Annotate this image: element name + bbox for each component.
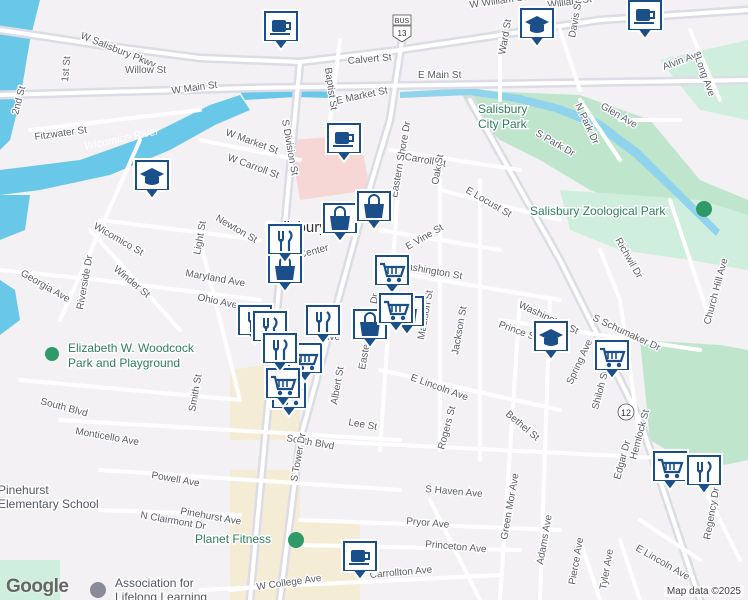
woodcock-label-1: Elizabeth W. Woodcock <box>68 341 195 355</box>
assoc-icon[interactable] <box>90 582 106 598</box>
assoc-label-1: Association for <box>115 576 194 590</box>
svg-text:12: 12 <box>621 408 631 418</box>
zoo-icon[interactable] <box>696 201 712 217</box>
city-park-label-1: Salisbury <box>478 102 527 116</box>
svg-text:13: 13 <box>398 29 407 38</box>
street-label: E Main St <box>418 70 462 81</box>
route-shield-13: BUS 13 <box>392 14 412 43</box>
street-label: Willow St <box>125 65 166 76</box>
gym-label: Planet Fitness <box>195 532 271 546</box>
school-label-2: Elementary School <box>0 497 99 511</box>
google-logo: Google <box>6 576 69 597</box>
map-canvas[interactable]: BUS 13 12 Wicomico River Salisbury Salis… <box>0 0 748 600</box>
city-park-label-2: City Park <box>478 117 528 131</box>
zoo-label: Salisbury Zoological Park <box>530 204 666 218</box>
woodcock-park-icon[interactable] <box>45 347 59 361</box>
gym-icon[interactable] <box>288 532 304 548</box>
route-shield-12: 12 <box>617 403 635 421</box>
assoc-label-2: Lifelong Learning <box>115 590 207 600</box>
street-label: 1st St <box>60 56 73 83</box>
map-data-attribution: Map data ©2025 <box>663 586 744 597</box>
school-label-1: Pinehurst <box>0 483 49 497</box>
woodcock-label-2: Park and Playground <box>68 356 180 370</box>
svg-text:BUS: BUS <box>395 18 410 25</box>
